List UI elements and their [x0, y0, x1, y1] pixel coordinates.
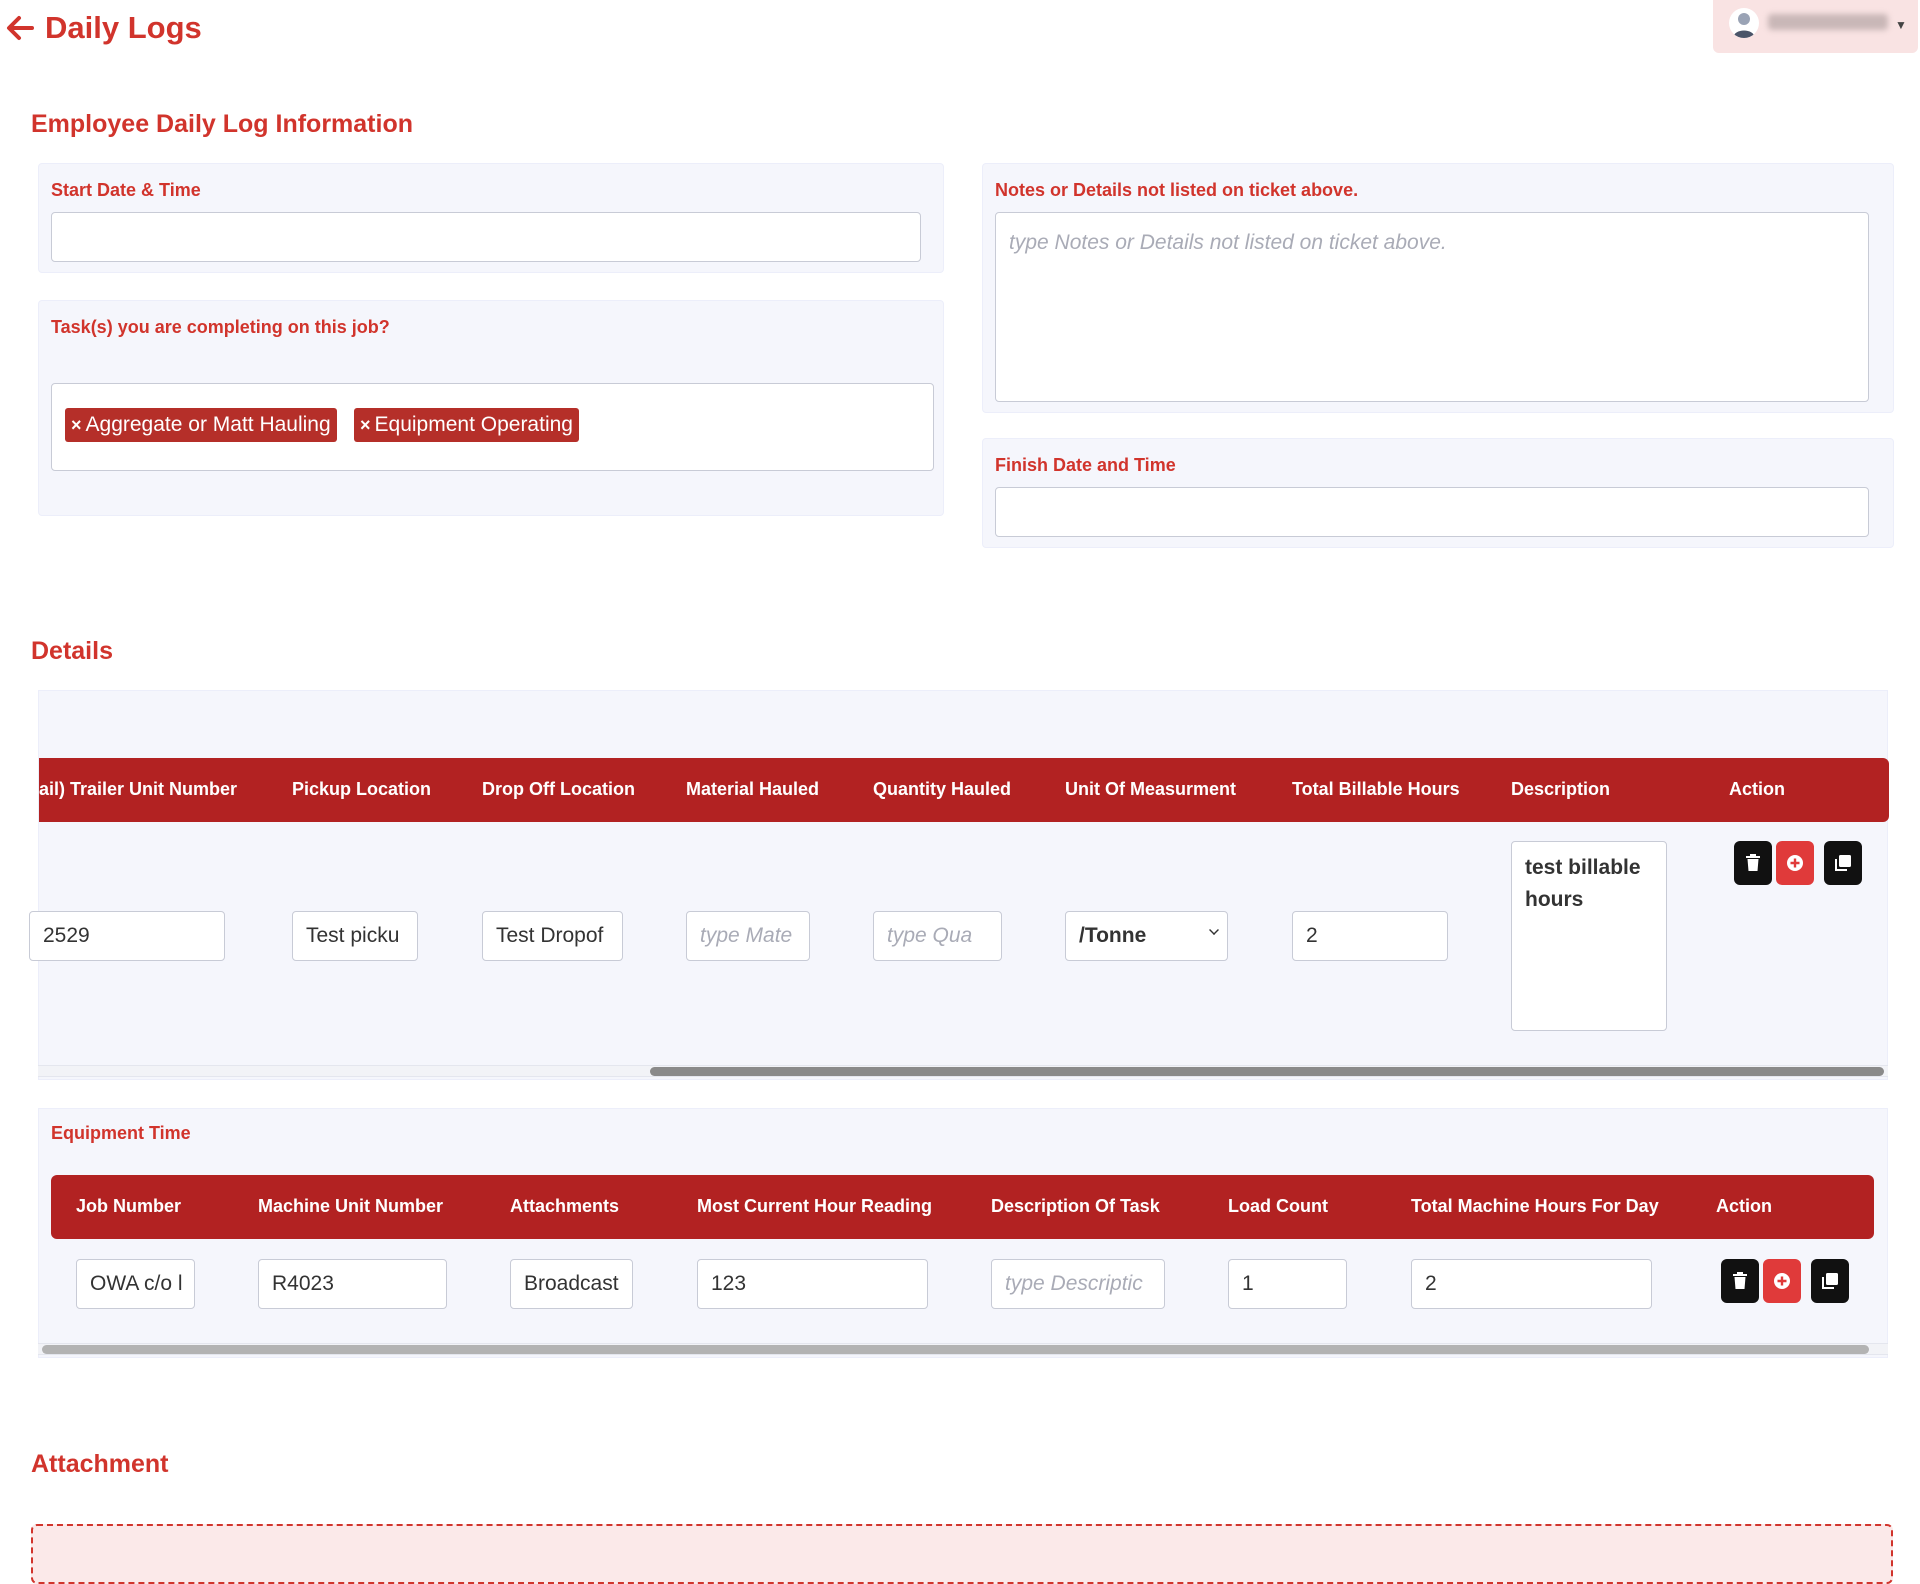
attachment-dropzone[interactable] — [31, 1524, 1893, 1584]
notes-card: Notes or Details not listed on ticket ab… — [982, 163, 1894, 413]
start-date-input[interactable] — [51, 212, 921, 262]
machine-hours-input[interactable]: 2 — [1411, 1259, 1652, 1309]
trailer-unit-input[interactable]: 2529 — [29, 911, 225, 961]
column-header: Load Count — [1228, 1196, 1328, 1216]
column-header: Pickup Location — [292, 779, 432, 799]
section-title-details: Details — [31, 637, 113, 665]
billable-hours-input[interactable]: 2 — [1292, 911, 1448, 961]
column-header: ail) Trailer Unit Number — [39, 779, 238, 799]
tasks-label: Task(s) you are completing on this job? — [51, 317, 390, 337]
hour-reading-input[interactable]: 123 — [697, 1259, 928, 1309]
add-row-button[interactable] — [1763, 1259, 1801, 1303]
notes-textarea[interactable]: type Notes or Details not listed on tick… — [995, 212, 1869, 402]
close-icon[interactable]: × — [71, 415, 82, 436]
equipment-time-label: Equipment Time — [51, 1123, 191, 1143]
task-tag-label: Equipment Operating — [374, 413, 573, 436]
start-date-label: Start Date & Time — [51, 180, 201, 200]
details-horizontal-scrollbar[interactable] — [38, 1065, 1888, 1077]
tasks-card: Task(s) you are completing on this job? … — [38, 300, 944, 516]
column-header: Most Current Hour Reading — [697, 1196, 933, 1216]
delete-row-button[interactable] — [1721, 1259, 1759, 1303]
column-header: Machine Unit Number — [258, 1196, 444, 1216]
scrollbar-thumb[interactable] — [42, 1345, 1869, 1354]
equipment-time-card: Equipment Time Job Number Machine Unit N… — [38, 1108, 1888, 1358]
column-header: Action — [1729, 779, 1785, 799]
trash-icon — [1746, 854, 1760, 871]
page-title: Daily Logs — [45, 10, 202, 45]
plus-circle-icon — [1774, 1273, 1790, 1289]
material-hauled-input[interactable]: type Mate — [686, 911, 810, 961]
details-table-card: ail) Trailer Unit Number Pickup Location… — [29, 690, 1889, 1080]
user-name — [1768, 14, 1888, 30]
add-row-button[interactable] — [1776, 841, 1814, 885]
back-arrow-icon[interactable] — [4, 12, 36, 44]
plus-circle-icon — [1787, 855, 1803, 871]
column-header: Attachments — [510, 1196, 620, 1216]
quantity-hauled-input[interactable]: type Qua — [873, 911, 1002, 961]
copy-icon — [1822, 1273, 1838, 1289]
column-header: Total Machine Hours For Day — [1411, 1196, 1659, 1216]
column-header: Quantity Hauled — [873, 779, 1012, 799]
pickup-location-input[interactable]: Test picku — [292, 911, 418, 961]
attachments-input[interactable]: Broadcast — [510, 1259, 633, 1309]
delete-row-button[interactable] — [1734, 841, 1772, 885]
load-count-input[interactable]: 1 — [1228, 1259, 1347, 1309]
task-description-input[interactable]: type Descriptic — [991, 1259, 1165, 1309]
copy-row-button[interactable] — [1811, 1259, 1849, 1303]
unit-of-measurement-value: /Tonne — [1079, 924, 1147, 947]
equipment-horizontal-scrollbar[interactable] — [38, 1343, 1888, 1355]
column-header: Unit Of Measurment — [1065, 779, 1237, 799]
job-number-input[interactable]: OWA c/o l — [76, 1259, 195, 1309]
user-avatar-icon — [1729, 8, 1759, 38]
task-tag-label: Aggregate or Matt Hauling — [85, 413, 331, 436]
column-header: Description — [1511, 779, 1611, 799]
unit-of-measurement-select[interactable]: /Tonne — [1065, 911, 1228, 961]
task-tag[interactable]: × Equipment Operating — [354, 408, 579, 442]
user-menu[interactable]: ▼ — [1713, 0, 1918, 53]
column-header: Material Hauled — [686, 779, 820, 799]
column-header: Action — [1716, 1196, 1772, 1216]
finish-date-input[interactable] — [995, 487, 1869, 537]
column-header: Description Of Task — [991, 1196, 1160, 1216]
trash-icon — [1733, 1272, 1747, 1289]
column-header: Total Billable Hours — [1292, 779, 1460, 799]
scrollbar-thumb[interactable] — [650, 1067, 1884, 1076]
start-date-card: Start Date & Time — [38, 163, 944, 273]
finish-date-card: Finish Date and Time — [982, 438, 1894, 548]
finish-date-label: Finish Date and Time — [995, 455, 1176, 475]
task-tag[interactable]: × Aggregate or Matt Hauling — [65, 408, 337, 442]
section-title-attachment: Attachment — [31, 1450, 169, 1478]
details-table-header: ail) Trailer Unit Number Pickup Location… — [39, 758, 1889, 822]
top-bar: Daily Logs ▼ — [0, 0, 1920, 70]
machine-unit-input[interactable]: R4023 — [258, 1259, 447, 1309]
close-icon[interactable]: × — [360, 415, 371, 436]
chevron-down-icon: ▼ — [1895, 18, 1907, 32]
copy-icon — [1835, 855, 1851, 871]
dropoff-location-input[interactable]: Test Dropof — [482, 911, 623, 961]
notes-label: Notes or Details not listed on ticket ab… — [995, 180, 1359, 200]
chevron-down-icon — [1209, 925, 1219, 935]
column-header: Job Number — [76, 1196, 182, 1216]
section-title-info: Employee Daily Log Information — [31, 110, 413, 138]
description-textarea[interactable]: test billable hours — [1511, 841, 1667, 1031]
equipment-table-header: Job Number Machine Unit Number Attachmen… — [51, 1175, 1874, 1239]
column-header: Drop Off Location — [482, 779, 635, 799]
copy-row-button[interactable] — [1824, 841, 1862, 885]
